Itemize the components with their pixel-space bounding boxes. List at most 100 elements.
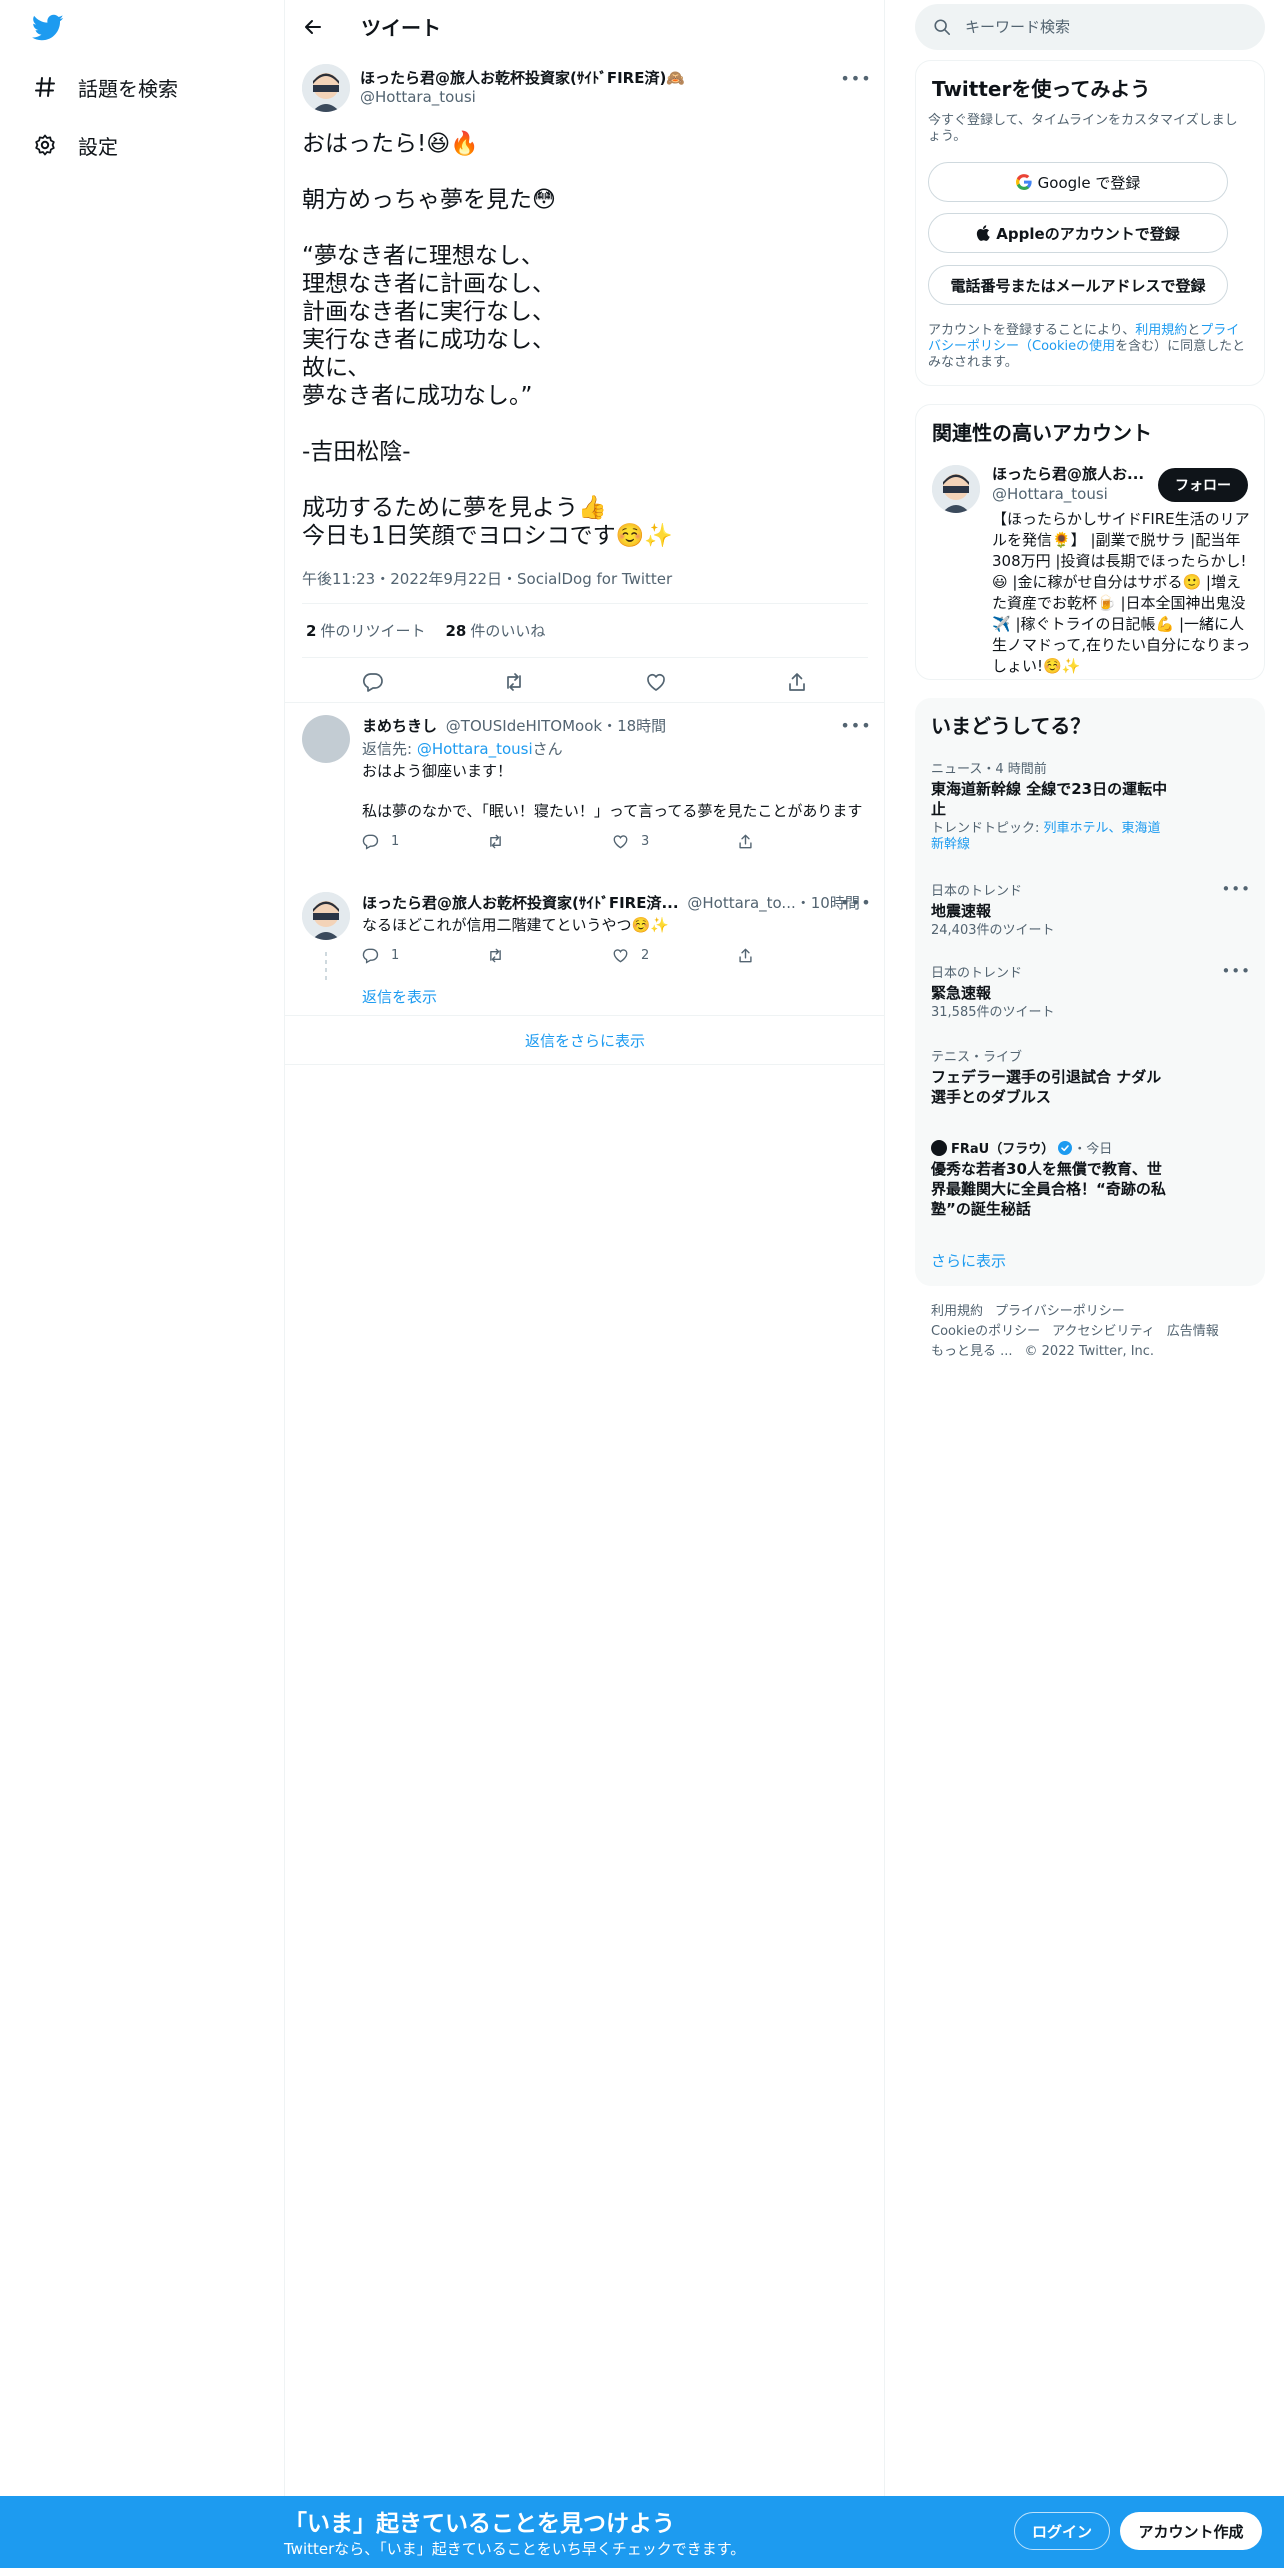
trends-title: いまどうしてる？ [931,714,1091,738]
reply-handle-time[interactable]: @TOUSIdeHITOMook・18時間 [446,717,666,735]
share-button[interactable] [737,947,862,964]
signup-card: Twitterを使ってみよう 今すぐ登録して、タイムラインをカスタマイズしましょ… [915,60,1265,386]
apple-icon [977,225,991,241]
nav-explore[interactable]: 話題を検索 [32,67,178,107]
trend-item[interactable]: FRaU（フラウ） ・今日 優秀な若者30人を無償で教育、世界最難関大に全員合格… [931,1138,1251,1219]
reply-handle-time[interactable]: @Hottara_to...・10時間 [687,894,859,912]
like-icon [613,834,628,848]
related-account-handle[interactable]: @Hottara_tousi [992,485,1108,503]
search-input[interactable] [965,18,1245,36]
nav-settings[interactable]: 設定 [32,125,118,165]
retweet-button[interactable] [487,833,612,850]
signup-button[interactable]: アカウント作成 [1120,2512,1262,2550]
trend-category: ニュース・4 時間前 [931,762,1047,777]
footer-link[interactable]: プライバシーポリシー [995,1304,1125,1319]
page-title: ツイート [361,16,441,40]
replying-to: 返信先: @Hottara_tousiさん [362,738,868,759]
reply-icon [362,948,379,964]
trend-item[interactable]: 日本のトレンド 緊急速報 31,585件のツイート ••• [931,962,1251,1021]
reply-text: なるほどこれが信用二階建てというやつ☺️✨ [362,916,669,934]
reply-tweet[interactable]: まめちきし @TOUSIdeHITOMook・18時間 返信先: @Hottar… [285,703,885,883]
retweet-button[interactable] [487,947,612,964]
terms-link[interactable]: 利用規約 [1135,323,1187,338]
reply-tweet[interactable]: ほったら君@旅人お乾杯投資家(ｻｲﾄﾞFIRE済... @Hottara_to.… [285,880,885,1020]
reply-count: 1 [391,833,400,849]
tweet-actions [302,658,868,706]
reply-text: おはよう御座います！ 私は夢のなかで、「眠い！寝たい！」って言ってる夢を見たこと… [362,762,863,820]
reply-author-name[interactable]: ほったら君@旅人お乾杯投資家(ｻｲﾄﾞFIRE済... [362,894,679,912]
tweet-timestamp[interactable]: 午後11:23・2022年9月22日・SocialDog for Twitter [302,568,868,589]
reply-actions: 1 3 [362,831,868,851]
reply-header: まめちきし @TOUSIdeHITOMook・18時間 [362,715,868,736]
author-name[interactable]: ほったら君@旅人お乾杯投資家(ｻｲﾄﾞFIRE済)🙈 [360,67,685,88]
like-icon[interactable] [639,665,673,699]
retweet-icon[interactable] [497,665,531,699]
share-button[interactable] [737,833,862,850]
tweet-stats: 2 件のリツイート 28 件のいいね [302,604,868,657]
avatar[interactable] [302,64,350,112]
phone-email-signup-button[interactable]: 電話番号またはメールアドレスで登録 [928,265,1228,305]
verified-badge-icon [1058,1140,1073,1155]
trend-topics-prefix: トレンドトピック: [931,821,1044,836]
footer-link[interactable]: 広告情報 [1167,1324,1219,1339]
more-options-icon[interactable]: ••• [840,892,870,912]
avatar[interactable] [932,465,980,513]
author-handle[interactable]: @Hottara_tousi [360,88,476,106]
replying-to-link[interactable]: @Hottara_tousi [417,740,533,758]
show-replies-link[interactable]: 返信を表示 [362,986,437,1007]
related-account-bio: 【ほったらかしサイドFIRE生活のリアルを発信🌻】 |副業で脱サラ |配当年30… [992,510,1251,675]
reply-button[interactable]: 1 [362,947,487,964]
reply-icon [362,834,379,850]
apple-signup-button[interactable]: Appleのアカウントで登録 [928,213,1228,253]
twitter-logo-icon[interactable] [31,14,64,42]
like-button[interactable]: 3 [612,833,737,850]
follow-button[interactable]: フォロー [1158,468,1248,502]
left-navigation: 話題を検索 設定 [0,0,285,2496]
trend-item[interactable]: 日本のトレンド 地震速報 24,403件のツイート ••• [931,880,1251,939]
like-icon [613,948,628,962]
trend-item[interactable]: ニュース・4 時間前 東海道新幹線 全線で23日の運転中止 トレンドトピック: … [931,758,1251,853]
footer-link[interactable]: 利用規約 [931,1304,983,1319]
nav-explore-label: 話題を検索 [78,76,178,101]
reply-actions: 1 2 [362,945,868,965]
bottom-signup-bar: 「いま」起きていることを見つけよう Twitterなら、「いま」起きていることを… [0,2496,1284,2568]
search-bar[interactable] [915,4,1265,50]
signup-card-title: Twitterを使ってみよう [932,77,1151,101]
reply-body: ほったら君@旅人お乾杯投資家(ｻｲﾄﾞFIRE済... @Hottara_to.… [362,892,868,965]
google-signup-button[interactable]: Google で登録 [928,162,1228,202]
footer-link[interactable]: アクセシビリティ [1052,1324,1155,1339]
reply-author-name[interactable]: まめちきし [362,717,437,735]
retweet-stat[interactable]: 2 件のリツイート [306,620,425,641]
like-count: 28 [445,622,467,640]
trend-name: 優秀な若者30人を無償で教育、世界最難関大に全員合格！“奇跡の私塾”の誕生秘話 [931,1160,1166,1218]
reply-icon[interactable] [356,665,390,699]
tweet-text: おはったら!😆🔥 朝方めっちゃ夢を見た😳 “夢なき者に理想なし、 理想なき者に計… [302,131,673,549]
avatar[interactable] [302,892,350,940]
back-arrow-icon[interactable] [295,9,331,45]
show-more-replies-button[interactable]: 返信をさらに表示 [285,1015,885,1065]
related-accounts-title: 関連性の高いアカウント [932,421,1152,445]
more-options-icon[interactable]: ••• [840,715,870,735]
like-count: 2 [641,947,650,963]
footer-link[interactable]: Cookieのポリシー [931,1324,1040,1339]
avatar[interactable] [302,715,350,763]
more-options-icon[interactable]: ••• [1221,962,1251,980]
retweet-icon [490,948,501,962]
show-more-trends-link[interactable]: さらに表示 [931,1250,1006,1271]
related-account-name[interactable]: ほったら君@旅人お... [992,463,1144,484]
copyright: © 2022 Twitter, Inc. [1024,1344,1155,1359]
like-button[interactable]: 2 [612,947,737,964]
share-icon[interactable] [780,665,814,699]
signup-legal-text: アカウントを登録することにより、利用規約とプライバシーポリシー（Cookieの使… [928,323,1250,371]
trend-item[interactable]: テニス・ライブ フェデラー選手の引退試合 ナダル選手とのダブルス [931,1046,1251,1107]
trend-name: 地震速報 [931,902,992,920]
footer-link[interactable]: もっと見る ... [931,1344,1013,1359]
primary-column: ツイート ほったら君@旅人お乾杯投資家(ｻｲﾄﾞFIRE済)🙈 @Hottara… [285,0,885,2496]
like-stat[interactable]: 28 件のいいね [445,620,545,641]
login-button[interactable]: ログイン [1014,2512,1110,2550]
reply-button[interactable]: 1 [362,833,487,850]
more-options-icon[interactable]: ••• [1221,880,1251,898]
phone-email-signup-label: 電話番号またはメールアドレスで登録 [950,276,1206,295]
trend-category: テニス・ライブ [931,1050,1023,1065]
more-options-icon[interactable]: ••• [840,68,870,88]
